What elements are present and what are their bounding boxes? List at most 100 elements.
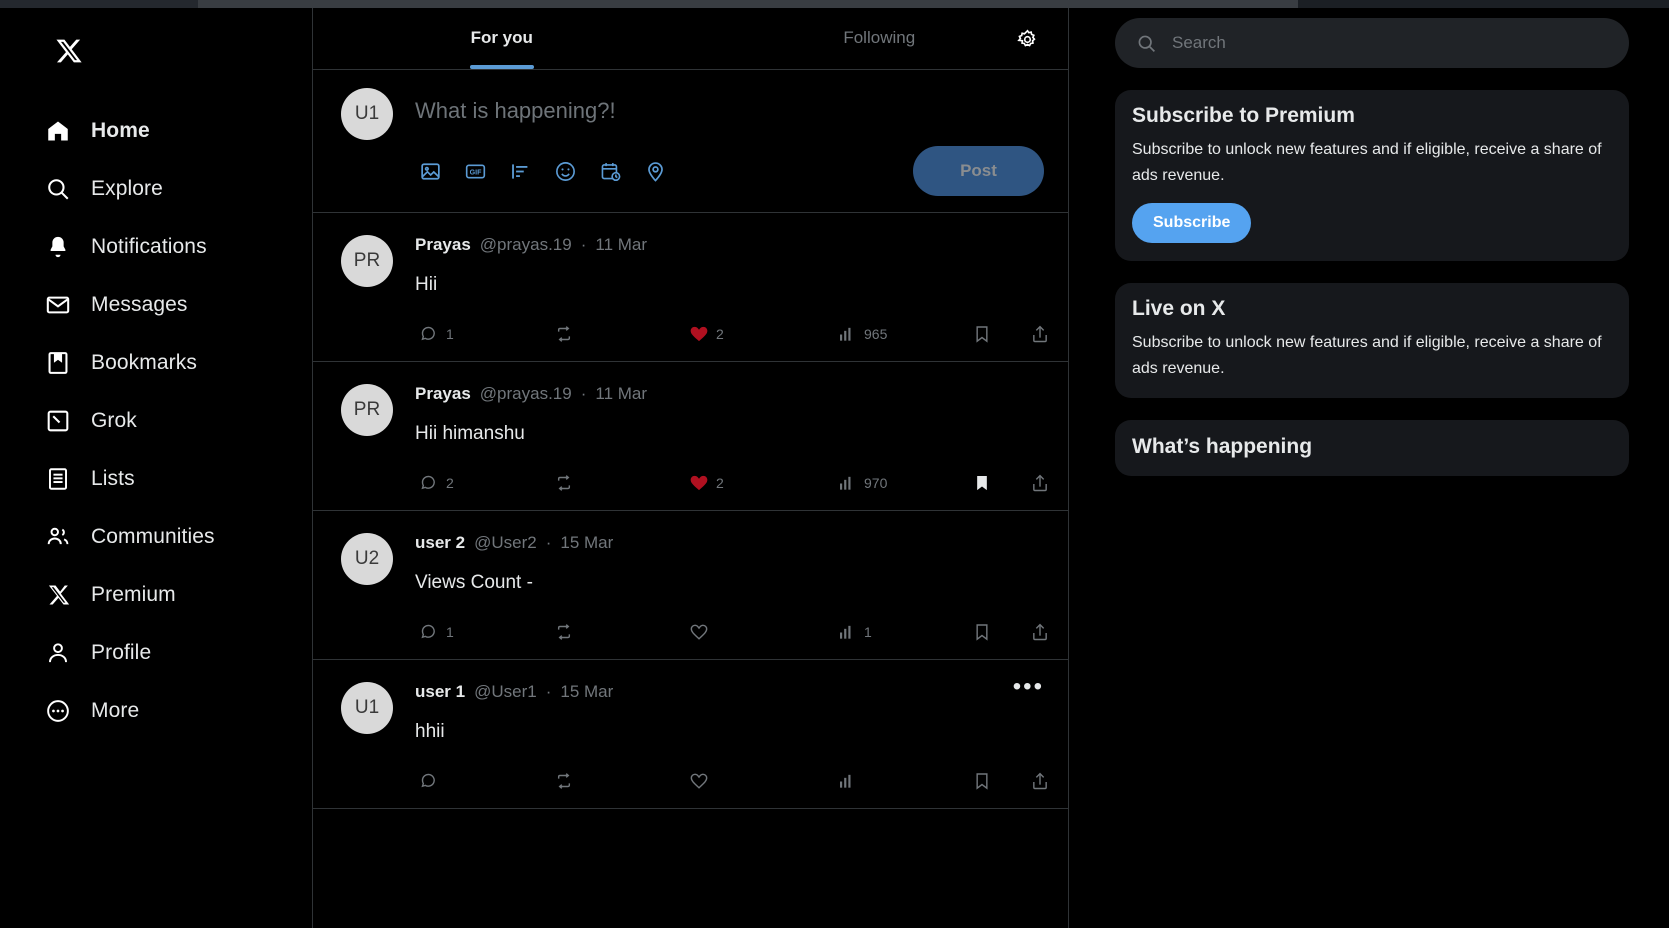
- tab-label: For you: [470, 28, 533, 47]
- post-author-handle[interactable]: @prayas.19: [480, 235, 572, 255]
- sidebar-item-profile[interactable]: Profile: [44, 624, 312, 682]
- envelope-icon: [44, 291, 72, 319]
- bookmark-icon: [976, 624, 988, 641]
- post-author-name[interactable]: user 2: [415, 533, 465, 553]
- location-icon[interactable]: [642, 158, 668, 184]
- live-on-x-card: Live on X Subscribe to unlock new featur…: [1115, 283, 1629, 398]
- like-button[interactable]: 2: [689, 473, 837, 493]
- reply-button[interactable]: 2: [419, 473, 554, 493]
- post-author-name[interactable]: Prayas: [415, 384, 471, 404]
- reply-button[interactable]: [419, 771, 554, 791]
- whats-happening-card-title: What’s happening: [1132, 435, 1313, 458]
- sidebar-item-home[interactable]: Home: [44, 102, 312, 160]
- avatar[interactable]: PR: [341, 235, 393, 287]
- views-count: 1: [864, 624, 872, 640]
- search-bar[interactable]: [1115, 18, 1629, 68]
- post-separator: ·: [580, 384, 587, 403]
- post-date[interactable]: 15 Mar: [560, 533, 613, 553]
- post-date[interactable]: 11 Mar: [595, 384, 647, 404]
- sidebar-item-premium[interactable]: Premium: [44, 566, 312, 624]
- post-action-bar: 1 2 965: [415, 317, 1060, 351]
- post-author-handle[interactable]: @User1: [474, 682, 537, 702]
- views-button[interactable]: [837, 771, 972, 791]
- bookmark-button[interactable]: [972, 622, 1030, 642]
- post-author-name[interactable]: user 1: [415, 682, 465, 702]
- post-more-menu-button[interactable]: •••: [1013, 675, 1044, 699]
- repost-button[interactable]: [554, 324, 689, 344]
- share-button[interactable]: [1030, 771, 1060, 791]
- sidebar-item-explore[interactable]: Explore: [44, 160, 312, 218]
- sidebar-item-notifications[interactable]: Notifications: [44, 218, 312, 276]
- x-logo[interactable]: [48, 30, 90, 72]
- avatar[interactable]: PR: [341, 384, 393, 436]
- reply-count: 1: [446, 326, 454, 342]
- feed-tabs: For you Following: [313, 8, 1068, 70]
- bookmark-button[interactable]: [972, 324, 1030, 344]
- share-icon: [1033, 325, 1047, 343]
- composer-body: What is happening?! GIF Post: [393, 88, 1044, 196]
- post-author-handle[interactable]: @prayas.19: [480, 384, 572, 404]
- repost-button[interactable]: [554, 473, 689, 493]
- table-row[interactable]: U1 user 1 @User1 · 15 Mar hhii •••: [313, 660, 1068, 809]
- share-button[interactable]: [1030, 473, 1060, 493]
- sidebar-item-messages[interactable]: Messages: [44, 276, 312, 334]
- x-badge-icon: [44, 581, 72, 609]
- avatar[interactable]: U2: [341, 533, 393, 585]
- composer-avatar[interactable]: U1: [341, 88, 393, 140]
- views-button[interactable]: 1: [837, 622, 972, 642]
- post-header: user 1 @User1 · 15 Mar: [415, 682, 1060, 706]
- bookmark-button[interactable]: [972, 473, 1030, 493]
- subscribe-button[interactable]: Subscribe: [1132, 203, 1252, 243]
- tab-for-you[interactable]: For you: [313, 8, 691, 69]
- gif-icon[interactable]: GIF: [462, 158, 488, 184]
- sidebar-item-bookmarks[interactable]: Bookmarks: [44, 334, 312, 392]
- image-icon[interactable]: [417, 158, 443, 184]
- comment-icon: [421, 475, 435, 490]
- repost-button[interactable]: [554, 771, 689, 791]
- sidebar-item-label: Communities: [91, 525, 215, 548]
- poll-icon[interactable]: [507, 158, 533, 184]
- feed-column: For you Following U1 What is happening?!: [313, 8, 1069, 928]
- feed-settings-button[interactable]: [1010, 22, 1044, 56]
- repost-button[interactable]: [554, 622, 689, 642]
- views-button[interactable]: 970: [837, 473, 972, 493]
- views-button[interactable]: 965: [837, 324, 972, 344]
- post-author-name[interactable]: Prayas: [415, 235, 471, 255]
- sidebar-item-more[interactable]: More: [44, 682, 312, 740]
- reply-button[interactable]: 1: [419, 324, 554, 344]
- heart-icon: [690, 475, 708, 491]
- share-button[interactable]: [1030, 324, 1060, 344]
- sidebar-item-lists[interactable]: Lists: [44, 450, 312, 508]
- avatar[interactable]: U1: [341, 682, 393, 734]
- premium-card: Subscribe to Premium Subscribe to unlock…: [1115, 90, 1629, 261]
- reply-button[interactable]: 1: [419, 622, 554, 642]
- post-button[interactable]: Post: [913, 146, 1044, 196]
- post-date[interactable]: 11 Mar: [595, 235, 647, 255]
- like-button[interactable]: [689, 622, 837, 642]
- emoji-icon[interactable]: [552, 158, 578, 184]
- x-logo-icon: [56, 39, 82, 63]
- svg-text:GIF: GIF: [469, 168, 481, 176]
- composer-input[interactable]: What is happening?!: [415, 88, 1044, 134]
- table-row[interactable]: PR Prayas @prayas.19 · 11 Mar Hii himans…: [313, 362, 1068, 511]
- bookmark-icon: [44, 349, 72, 377]
- table-row[interactable]: U2 user 2 @User2 · 15 Mar Views Count - …: [313, 511, 1068, 660]
- sidebar-item-grok[interactable]: Grok: [44, 392, 312, 450]
- share-button[interactable]: [1030, 622, 1060, 642]
- post-author-handle[interactable]: @User2: [474, 533, 537, 553]
- post-date[interactable]: 15 Mar: [560, 682, 613, 702]
- sidebar-item-label: Premium: [91, 583, 176, 606]
- like-button[interactable]: [689, 771, 837, 791]
- bookmark-button[interactable]: [972, 771, 1030, 791]
- heart-icon: [690, 773, 708, 789]
- search-input[interactable]: [1172, 33, 1629, 53]
- more-circle-icon: [44, 697, 72, 725]
- like-button[interactable]: 2: [689, 324, 837, 344]
- schedule-icon[interactable]: [597, 158, 623, 184]
- sidebar-item-communities[interactable]: Communities: [44, 508, 312, 566]
- share-icon: [1033, 623, 1047, 641]
- analytics-icon: [840, 476, 851, 490]
- table-row[interactable]: PR Prayas @prayas.19 · 11 Mar Hii 1 2 96…: [313, 213, 1068, 362]
- heart-icon: [690, 326, 708, 342]
- repost-icon: [557, 475, 571, 491]
